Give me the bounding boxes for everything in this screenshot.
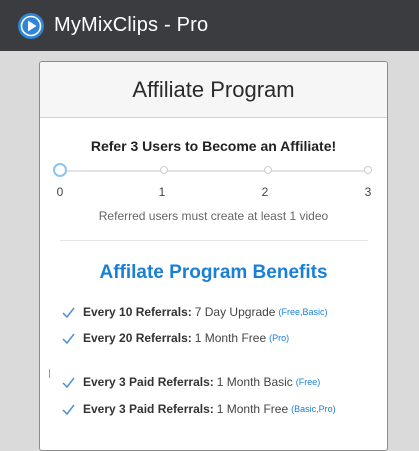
benefit-label: Every 20 Referrals: [83, 331, 192, 345]
slider-tick-label: 3 [364, 185, 372, 199]
check-icon [62, 404, 75, 415]
card-header: Affiliate Program [40, 62, 387, 118]
referral-progress-track [60, 170, 368, 172]
slider-tick-label: 1 [158, 185, 166, 199]
check-icon [62, 377, 75, 388]
affiliate-program-card: Affiliate Program Refer 3 Users to Becom… [39, 61, 388, 451]
benefit-item: Every 3 Paid Referrals: 1 Month Free (Ba… [62, 402, 336, 416]
benefit-value: 1 Month Free [216, 402, 289, 416]
slider-tick-label: 0 [56, 185, 64, 199]
slider-tick-2 [264, 166, 272, 174]
slider-tick-label: 2 [261, 185, 269, 199]
benefit-label: Every 10 Referrals: [83, 305, 192, 319]
benefit-label: Every 3 Paid Referrals: [83, 402, 214, 416]
referral-note: Referred users must create at least 1 vi… [98, 209, 329, 223]
check-icon [62, 307, 75, 318]
benefit-value: 1 Month Basic [216, 375, 293, 389]
benefit-label: Every 3 Paid Referrals: [83, 375, 214, 389]
benefits-heading: Affilate Program Benefits [99, 262, 328, 283]
benefit-plans: (Free,Basic) [278, 307, 328, 317]
card-title: Affiliate Program [132, 76, 295, 102]
app-title: MyMixClips - Pro [54, 14, 209, 36]
benefit-plans: (Free) [295, 377, 321, 387]
benefit-plans: (Basic,Pro) [291, 404, 336, 414]
slider-tick-1 [160, 166, 168, 174]
benefit-value: 7 Day Upgrade [194, 305, 276, 319]
referral-progress-handle[interactable] [53, 163, 67, 177]
benefit-value: 1 Month Free [194, 331, 267, 345]
divider [60, 240, 368, 241]
refer-heading: Refer 3 Users to Become an Affiliate! [90, 138, 337, 154]
benefit-plans: (Pro) [269, 333, 290, 343]
app-header: MyMixClips - Pro [0, 0, 419, 51]
play-circle-icon [18, 12, 44, 39]
slider-tick-3 [364, 166, 372, 174]
benefit-item: Every 3 Paid Referrals: 1 Month Basic (F… [62, 375, 320, 389]
check-icon [62, 333, 75, 344]
scroll-indicator [49, 369, 50, 378]
benefit-item: Every 10 Referrals: 7 Day Upgrade (Free,… [62, 305, 327, 319]
benefit-item: Every 20 Referrals: 1 Month Free (Pro) [62, 331, 289, 345]
